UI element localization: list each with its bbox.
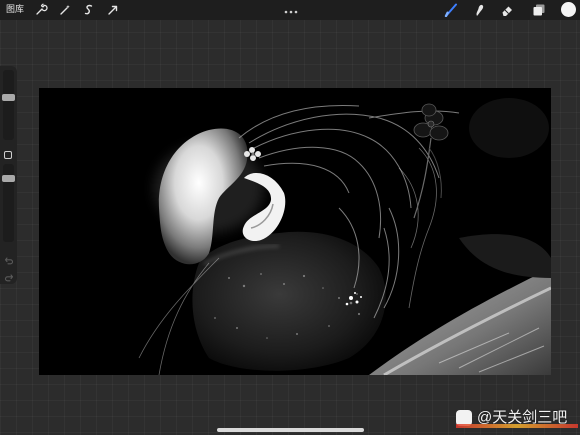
layers-icon[interactable] [532, 3, 546, 17]
drawing-canvas[interactable] [39, 88, 551, 375]
brush-size-slider[interactable] [2, 70, 15, 140]
eraser-icon[interactable] [500, 3, 514, 17]
color-swatch[interactable] [561, 2, 576, 17]
more-dots-icon[interactable] [283, 2, 299, 14]
left-sidebar [0, 66, 17, 284]
opacity-slider[interactable] [2, 164, 15, 242]
opacity-thumb[interactable] [2, 175, 15, 182]
home-indicator[interactable] [217, 428, 364, 432]
brush-icon[interactable] [444, 3, 458, 17]
artwork [138, 98, 551, 375]
top-toolbar: 图库 [0, 0, 580, 20]
procreate-app: 图库 @天关剑三吧 [0, 0, 580, 435]
undo-icon[interactable] [4, 252, 14, 265]
watermark-strip [456, 424, 578, 428]
redo-icon[interactable] [4, 269, 14, 282]
smudge-icon[interactable] [472, 3, 486, 17]
gallery-button[interactable]: 图库 [6, 3, 24, 15]
wrench-icon[interactable] [34, 3, 48, 17]
selection-icon[interactable] [82, 3, 96, 17]
magic-wand-icon[interactable] [58, 3, 72, 17]
modify-button[interactable] [4, 151, 12, 159]
brush-size-thumb[interactable] [2, 94, 15, 101]
transform-arrow-icon[interactable] [106, 3, 120, 17]
